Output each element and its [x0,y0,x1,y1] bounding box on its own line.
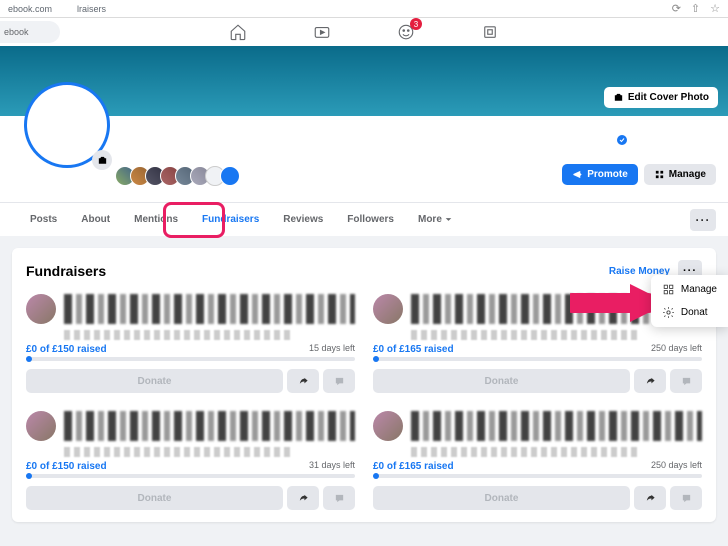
share-button[interactable] [287,486,319,510]
fundraiser-item: £0 of £150 raised 31 days left Donate [26,411,355,510]
fundraiser-subtitle [411,447,641,457]
donate-button[interactable]: Donate [373,369,630,393]
browser-address-bar: ebook.com lraisers ⟳ ⇧ ☆ [0,0,728,18]
menu-donate[interactable]: Donat [654,301,725,324]
share-button[interactable] [287,369,319,393]
tab-followers[interactable]: Followers [335,206,406,233]
fundraiser-progress [373,357,702,361]
message-button[interactable] [670,486,702,510]
message-button[interactable] [323,369,355,393]
gaming-icon[interactable] [478,20,502,44]
fundraisers-card: Fundraisers Raise Money ··· £0 of £150 r… [12,248,716,522]
tabs-more-button[interactable]: ··· [690,209,716,231]
share-button[interactable] [634,486,666,510]
message-button[interactable] [670,369,702,393]
share-button[interactable] [634,369,666,393]
tab-fundraisers[interactable]: Fundraisers [190,206,271,233]
fundraiser-subtitle [411,330,641,340]
search-input[interactable]: ebook [0,21,60,43]
fundraiser-subtitle [64,330,294,340]
menu-manage[interactable]: Manage [654,278,725,301]
gear-icon [662,306,675,319]
browser-bookmark-icon[interactable]: ☆ [710,2,720,15]
tab-mentions[interactable]: Mentions [122,206,190,233]
fundraiser-item: £0 of £150 raised 15 days left Donate [26,294,355,393]
message-button[interactable] [323,486,355,510]
fundraiser-avatar[interactable] [373,294,403,324]
fundraiser-title[interactable] [64,294,355,324]
edit-cover-button[interactable]: Edit Cover Photo [604,87,718,108]
fundraiser-progress [373,474,702,478]
fundraiser-progress [26,474,355,478]
section-title: Fundraisers [26,263,106,279]
browser-refresh-icon[interactable]: ⟳ [672,2,681,15]
tab-reviews[interactable]: Reviews [271,206,335,233]
verified-badge-icon [616,134,628,146]
donate-button[interactable]: Donate [26,369,283,393]
fb-top-header: ebook 3 [0,18,728,46]
notification-badge: 3 [410,18,422,30]
donate-button[interactable]: Donate [26,486,283,510]
avatar [220,166,240,186]
fundraiser-title[interactable] [411,411,702,441]
tab-posts[interactable]: Posts [18,206,69,233]
fundraiser-subtitle [64,447,294,457]
fundraiser-progress [26,357,355,361]
url-right: lraisers [77,4,106,14]
url-left: ebook.com [8,4,52,14]
tab-about[interactable]: About [69,206,122,233]
fundraiser-avatar[interactable] [373,411,403,441]
camera-icon [613,92,624,103]
donate-button[interactable]: Donate [373,486,630,510]
chevron-down-icon [445,216,452,223]
profile-header: Promote Manage [0,116,728,202]
fundraiser-avatar[interactable] [26,294,56,324]
fundraiser-menu-popup: Manage Donat [651,275,728,327]
cover-photo: Edit Cover Photo [0,46,728,116]
fundraiser-title[interactable] [64,411,355,441]
manage-icon [662,283,675,296]
browser-share-icon[interactable]: ⇧ [691,2,700,15]
fundraiser-avatar[interactable] [26,411,56,441]
marketplace-icon[interactable]: 3 [394,20,418,44]
tab-more[interactable]: More [406,206,464,233]
fundraiser-item: £0 of £165 raised 250 days left Donate [373,411,702,510]
manage-button[interactable]: Manage [644,164,716,185]
watch-icon[interactable] [310,20,334,44]
page-tabs: Posts About Mentions Fundraisers Reviews… [0,202,728,236]
home-icon[interactable] [226,20,250,44]
change-photo-button[interactable] [92,150,112,170]
promote-button[interactable]: Promote [562,164,638,185]
